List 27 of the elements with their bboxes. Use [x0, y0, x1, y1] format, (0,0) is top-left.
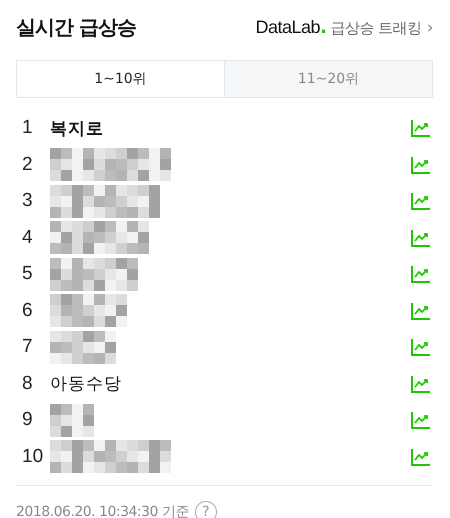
- rank-number: 9: [22, 409, 34, 432]
- rank-number: 8: [22, 372, 34, 395]
- keyword-link[interactable]: 아동수당: [50, 372, 122, 396]
- rank-number: 2: [22, 154, 34, 176]
- rank-number: 3: [22, 190, 34, 212]
- datalab-link[interactable]: DataLab. 급상승 트래킹 ›: [256, 16, 433, 38]
- rank-number: 6: [22, 300, 34, 322]
- trend-chart-icon[interactable]: [411, 192, 431, 210]
- trend-chart-icon[interactable]: [411, 338, 431, 356]
- rank-number: 10: [22, 446, 44, 468]
- trend-chart-icon[interactable]: [411, 302, 431, 320]
- trend-chart-icon[interactable]: [411, 374, 431, 393]
- section-title: 실시간 급상승: [16, 14, 136, 40]
- blurred-text: [50, 330, 116, 364]
- rank-number: 4: [22, 226, 34, 249]
- trend-chart-icon[interactable]: [411, 448, 431, 466]
- keyword-link[interactable]: 복지로: [50, 116, 104, 140]
- timestamp: 2018.06.20. 10:34:30 기준: [16, 503, 189, 518]
- rank-number: 7: [22, 336, 34, 358]
- trend-chart-icon[interactable]: [411, 411, 431, 430]
- trend-chart-icon[interactable]: [411, 119, 431, 138]
- rank-number: 5: [22, 263, 34, 286]
- trend-chart-icon[interactable]: [411, 156, 431, 174]
- trend-chart-icon[interactable]: [411, 265, 431, 284]
- trend-chart-icon[interactable]: [411, 228, 431, 247]
- blurred-text: [50, 404, 94, 437]
- rank-number: 1: [22, 117, 34, 140]
